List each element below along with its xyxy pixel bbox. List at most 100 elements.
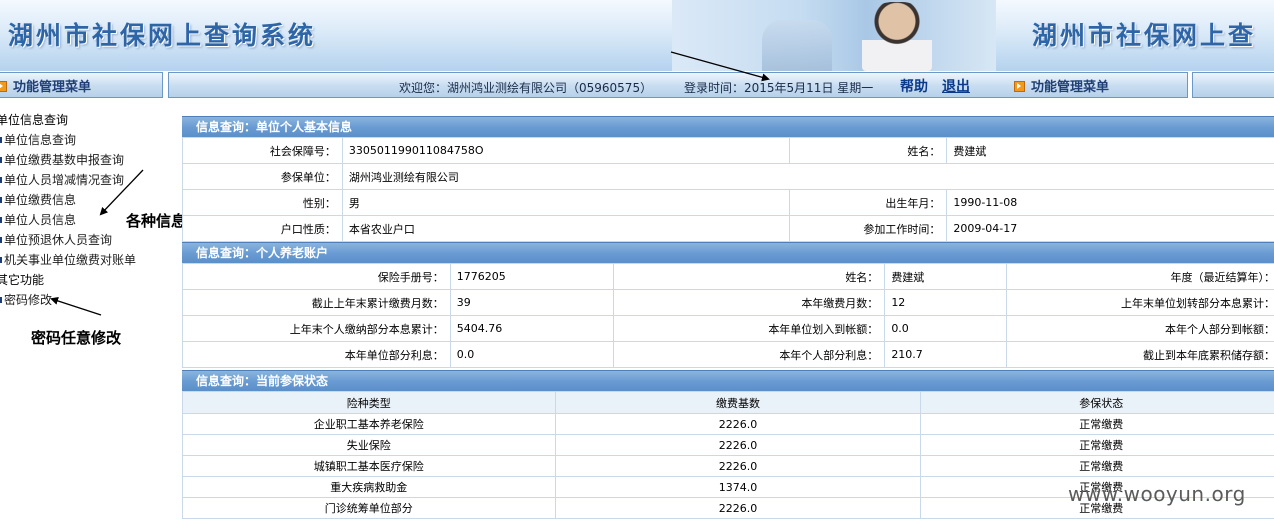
site-title-repeat: 湖州市社保网上查 xyxy=(1032,21,1257,50)
annotation-password: 密码任意修改 xyxy=(31,329,122,347)
arrow-to-password-change xyxy=(50,297,102,316)
payment-base: 1374.0 xyxy=(554,476,922,498)
watermark: www.wooyun.org xyxy=(1068,482,1246,506)
square-bullet-icon xyxy=(0,237,2,243)
column-header: 险种类型 xyxy=(182,391,556,414)
sidebar-item-staff-changes[interactable]: 单位人员增减情况查询 xyxy=(0,171,124,189)
column-header: 缴费基数 xyxy=(554,391,922,414)
sidebar-item-payment-info[interactable]: 单位缴费信息 xyxy=(0,191,76,209)
function-menu-title-right[interactable]: 功能管理菜单 xyxy=(1014,76,1109,95)
insurance-type: 失业保险 xyxy=(182,434,556,456)
gender-value: 男 xyxy=(341,189,791,216)
panel-pension-title: 信息查询：个人养老账户 xyxy=(182,242,1274,263)
payment-base: 2226.0 xyxy=(554,497,922,519)
ssn-value: 330501199011084758O xyxy=(341,137,791,164)
site-title: 湖州市社保网上查询系统 xyxy=(8,21,317,50)
sidebar-item-statement[interactable]: 机关事业单位缴费对账单 xyxy=(0,251,136,269)
sidebar-group-unit-info: 单位信息查询 xyxy=(0,113,69,127)
table-row: 本年单位部分利息： 0.0 本年个人部分利息： 210.7 截止到本年底累积储存… xyxy=(182,341,1274,368)
book-no-label: 保险手册号： xyxy=(182,263,451,290)
square-bullet-icon xyxy=(0,297,2,303)
help-link[interactable]: 帮助 xyxy=(900,76,928,96)
work-start-label: 参加工作时间： xyxy=(789,215,948,242)
ssn-label: 社会保障号： xyxy=(182,137,343,164)
table-row: 社会保障号： 330501199011084758O 姓名： 费建斌 xyxy=(182,137,1274,164)
insurance-type: 重大疾病救助金 xyxy=(182,476,556,498)
personal-cum-label: 上年末个人缴纳部分本息累计： xyxy=(182,315,451,342)
work-start-value: 2009-04-17 xyxy=(946,215,1274,242)
pension-name-value: 费建斌 xyxy=(884,263,1008,290)
page: 湖州市社保网上查询系统 湖州市社保网上查 功能管理菜单 欢迎您：湖州鸿业测绘有限… xyxy=(0,0,1274,521)
table-row: 户口性质： 本省农业户口 参加工作时间： 2009-04-17 xyxy=(182,215,1274,242)
cum-months-label: 截止上年末累计缴费月数： xyxy=(182,289,451,316)
birth-value: 1990-11-08 xyxy=(946,189,1274,216)
payment-base: 2226.0 xyxy=(554,434,922,456)
header-banner: 湖州市社保网上查询系统 湖州市社保网上查 xyxy=(0,0,1274,71)
sidebar-item-password-change[interactable]: 密码修改 xyxy=(0,291,52,309)
payment-base: 2226.0 xyxy=(554,413,922,435)
banner-figure-back xyxy=(762,20,832,71)
table-row: 参保单位： 湖州鸿业测绘有限公司 xyxy=(182,163,1274,190)
banner-figure-person xyxy=(862,2,932,71)
square-bullet-icon xyxy=(0,157,2,163)
insurance-status: 正常缴费 xyxy=(920,434,1274,456)
unit-interest-cum-label: 上年末单位划转部分本息累计： xyxy=(1006,289,1274,316)
panel-basic-info-title: 信息查询：单位个人基本信息 xyxy=(182,116,1274,137)
gender-label: 性别： xyxy=(182,189,343,216)
unit-transfer-value: 0.0 xyxy=(884,315,1008,342)
login-time-text: 登录时间：2015年5月11日 星期一 xyxy=(684,81,874,95)
square-bullet-icon xyxy=(0,137,2,143)
unit-interest-label: 本年单位部分利息： xyxy=(182,341,451,368)
square-bullet-icon xyxy=(0,257,2,263)
payment-base: 2226.0 xyxy=(554,455,922,477)
square-bullet-icon xyxy=(0,217,2,223)
function-menu-title-left[interactable]: 功能管理菜单 xyxy=(0,76,91,95)
table-header-row: 险种类型 缴费基数 参保状态 xyxy=(182,391,1274,414)
personal-cum-value: 5404.76 xyxy=(449,315,614,342)
logout-link[interactable]: 退出 xyxy=(942,76,970,96)
year-months-label: 本年缴费月数： xyxy=(612,289,886,316)
arrow-bullet-icon xyxy=(0,81,7,92)
insurance-status: 正常缴费 xyxy=(920,455,1274,477)
hukou-value: 本省农业户口 xyxy=(341,215,791,242)
table-row: 城镇职工基本医疗保险 2226.0 正常缴费 xyxy=(182,455,1274,477)
insurance-type: 企业职工基本养老保险 xyxy=(182,413,556,435)
panel-pension-account: 信息查询：个人养老账户 保险手册号： 1776205 姓名： 费建斌 年度（最近… xyxy=(182,242,1274,368)
welcome-text: 欢迎您：湖州鸿业测绘有限公司（05960575） xyxy=(399,81,653,95)
name-value: 费建斌 xyxy=(946,137,1274,164)
panel-status-title: 信息查询：当前参保状态 xyxy=(182,370,1274,391)
arrow-bullet-icon xyxy=(1014,81,1025,92)
banner-photo xyxy=(672,0,996,71)
settlement-year-label: 年度（最近结算年）： xyxy=(1006,263,1274,290)
table-row: 企业职工基本养老保险 2226.0 正常缴费 xyxy=(182,413,1274,435)
sidebar-item-staff-info[interactable]: 单位人员信息 xyxy=(0,211,76,229)
year-months-value: 12 xyxy=(884,289,1008,316)
pension-table: 保险手册号： 1776205 姓名： 费建斌 年度（最近结算年）： 截止上年末累… xyxy=(182,263,1274,368)
birth-label: 出生年月： xyxy=(789,189,948,216)
personal-interest-value: 210.7 xyxy=(884,341,1008,368)
menu-bar: 功能管理菜单 欢迎您：湖州鸿业测绘有限公司（05960575） 登录时间：201… xyxy=(0,71,1274,100)
cum-months-value: 39 xyxy=(449,289,614,316)
insurance-type: 城镇职工基本医疗保险 xyxy=(182,455,556,477)
sidebar-item-unit-info[interactable]: 单位信息查询 xyxy=(0,131,76,149)
insurance-status: 正常缴费 xyxy=(920,413,1274,435)
table-row: 性别： 男 出生年月： 1990-11-08 xyxy=(182,189,1274,216)
sidebar-group-other: 其它功能 xyxy=(0,273,45,287)
column-header: 参保状态 xyxy=(920,391,1274,414)
table-row: 截止上年末累计缴费月数： 39 本年缴费月数： 12 上年末单位划转部分本息累计… xyxy=(182,289,1274,316)
sidebar-item-pre-retirement[interactable]: 单位预退休人员查询 xyxy=(0,231,112,249)
pension-name-label: 姓名： xyxy=(612,263,886,290)
square-bullet-icon xyxy=(0,197,2,203)
insurance-type: 门诊统筹单位部分 xyxy=(182,497,556,519)
panel-basic-info: 信息查询：单位个人基本信息 社会保障号： 330501199011084758O… xyxy=(182,116,1274,242)
table-row: 上年末个人缴纳部分本息累计： 5404.76 本年单位划入到帐额： 0.0 本年… xyxy=(182,315,1274,342)
employer-value: 湖州鸿业测绘有限公司 xyxy=(341,163,1274,190)
personal-interest-label: 本年个人部分利息： xyxy=(612,341,886,368)
table-row: 保险手册号： 1776205 姓名： 费建斌 年度（最近结算年）： xyxy=(182,263,1274,290)
square-bullet-icon xyxy=(0,177,2,183)
menu-bar-right xyxy=(1192,72,1274,98)
employer-label: 参保单位： xyxy=(182,163,343,190)
personal-arrival-label: 本年个人部分到帐额： xyxy=(1006,315,1274,342)
annotation-info: 各种信息 xyxy=(126,212,187,230)
sidebar-item-base-declaration[interactable]: 单位缴费基数申报查询 xyxy=(0,151,124,169)
